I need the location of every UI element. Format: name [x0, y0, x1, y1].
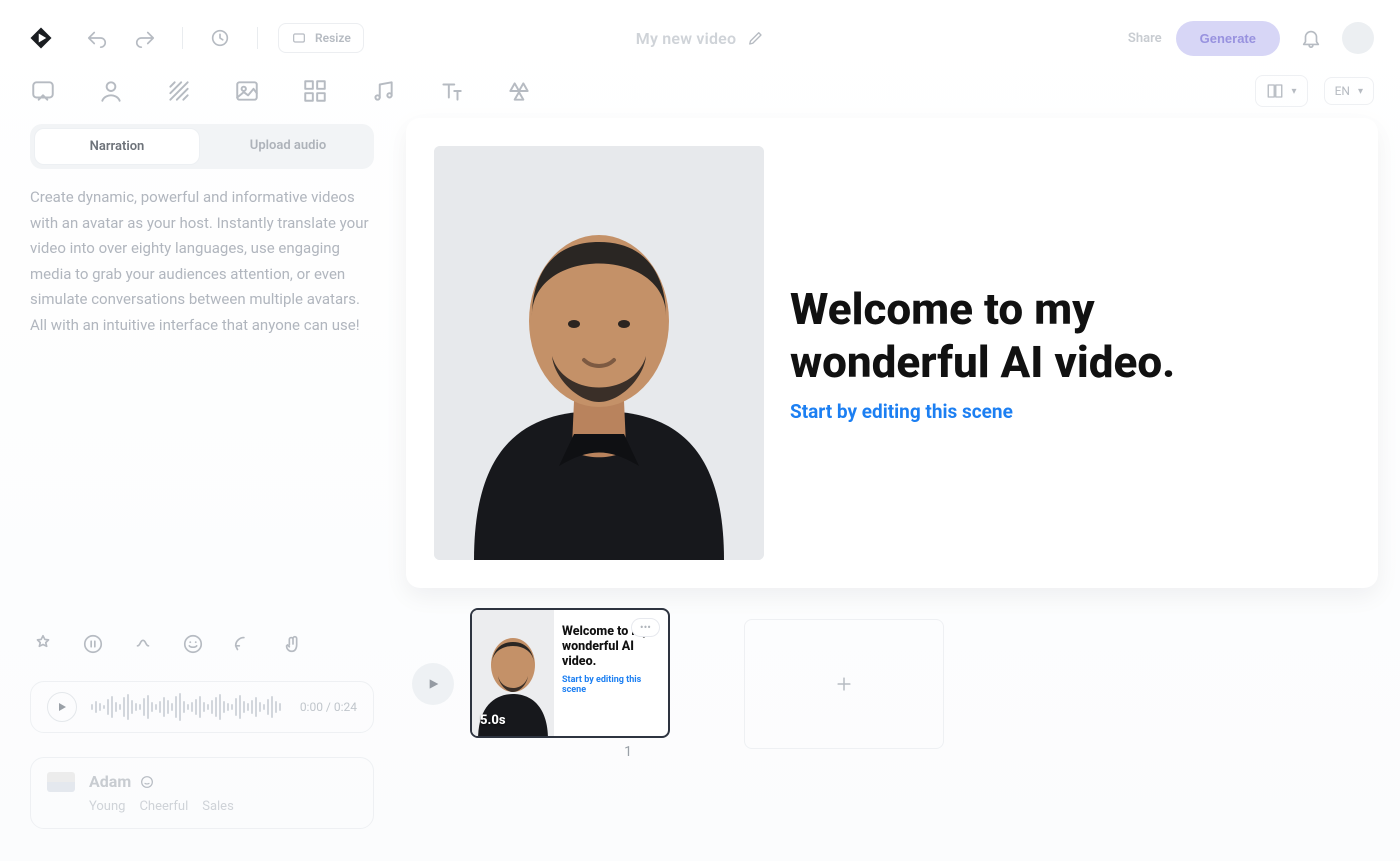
music-tool[interactable]	[366, 74, 400, 108]
flag-icon	[47, 772, 75, 792]
scene-headline: Welcome to my wonderful AI video.	[790, 283, 1324, 389]
history-button[interactable]	[203, 21, 237, 55]
emoji-button[interactable]	[180, 631, 206, 657]
canvas-area: Welcome to my wonderful AI video. Start …	[406, 118, 1378, 829]
tone-button[interactable]	[130, 631, 156, 657]
scene-thumbnail[interactable]: Welcome to my wonderful AI video. Start …	[470, 608, 670, 738]
audio-preview: 0:00 / 0:24	[30, 681, 374, 733]
resize-label: Resize	[315, 31, 351, 45]
voice-tag: Sales	[202, 799, 234, 814]
divider	[182, 27, 183, 49]
chevron-down-icon: ▾	[1292, 86, 1297, 97]
resize-chip[interactable]: Resize	[278, 23, 364, 53]
generate-button[interactable]: Generate	[1176, 21, 1280, 56]
text-tool[interactable]	[434, 74, 468, 108]
top-bar: Resize My new video Share Generate	[0, 0, 1400, 72]
voice-card[interactable]: Adam Young Cheerful Sales	[30, 757, 374, 829]
audio-time: 0:00 / 0:24	[300, 700, 357, 714]
edit-title-icon[interactable]	[746, 29, 764, 47]
voice-tags: Young Cheerful Sales	[89, 799, 234, 814]
tab-upload-audio[interactable]: Upload audio	[206, 128, 370, 165]
voice-tag: Cheerful	[139, 799, 188, 814]
audio-waveform[interactable]	[91, 693, 286, 721]
pause-insert-button[interactable]	[80, 631, 106, 657]
shapes-tool[interactable]	[502, 74, 536, 108]
account-avatar[interactable]	[1342, 22, 1374, 54]
script-tabs: Narration Upload audio	[30, 124, 374, 169]
thumb-menu-button[interactable]: •••	[631, 618, 660, 637]
add-scene-button[interactable]	[744, 619, 944, 749]
avatar-tool[interactable]	[94, 74, 128, 108]
divider	[257, 27, 258, 49]
tab-narration[interactable]: Narration	[34, 128, 200, 165]
avatar-frame[interactable]	[434, 146, 764, 560]
voice-name: Adam	[89, 772, 131, 791]
undo-button[interactable]	[80, 21, 114, 55]
layout-tool[interactable]	[298, 74, 332, 108]
app-logo	[26, 23, 56, 53]
scene-text-block[interactable]: Welcome to my wonderful AI video. Start …	[764, 283, 1350, 424]
voice-controls	[30, 631, 374, 657]
background-tool[interactable]	[162, 74, 196, 108]
redo-button[interactable]	[128, 21, 162, 55]
chevron-down-icon: ▾	[1358, 86, 1363, 97]
thumb-subtitle: Start by editing this scene	[562, 675, 660, 695]
voice-enhance-button[interactable]	[30, 631, 56, 657]
thumb-index: 1	[528, 744, 728, 760]
notifications-button[interactable]	[1294, 21, 1328, 55]
voice-speed-button[interactable]	[230, 631, 256, 657]
view-layout-select[interactable]: ▾	[1255, 75, 1308, 107]
timeline: Welcome to my wonderful AI video. Start …	[406, 608, 1378, 760]
tool-strip: ▾ EN ▾	[0, 72, 1400, 118]
media-tool[interactable]	[230, 74, 264, 108]
timeline-play-button[interactable]	[412, 663, 454, 705]
main-area: Narration Upload audio Create dynamic, p…	[0, 118, 1400, 829]
thumb-duration: 5.0s	[480, 713, 506, 728]
voice-tag: Young	[89, 799, 125, 814]
project-title[interactable]: My new video	[636, 29, 737, 48]
language-select[interactable]: EN ▾	[1324, 77, 1374, 105]
avatar-illustration	[434, 146, 764, 560]
smile-icon	[139, 774, 155, 790]
script-textarea[interactable]: Create dynamic, powerful and informative…	[30, 185, 374, 338]
gesture-button[interactable]	[280, 631, 306, 657]
sidebar: Narration Upload audio Create dynamic, p…	[22, 118, 382, 829]
scene-canvas[interactable]: Welcome to my wonderful AI video. Start …	[406, 118, 1378, 588]
language-code: EN	[1335, 84, 1350, 98]
share-button[interactable]: Share	[1128, 31, 1162, 46]
scene-subtitle: Start by editing this scene	[790, 400, 1324, 423]
play-audio-button[interactable]	[47, 692, 77, 722]
script-tool[interactable]	[26, 74, 60, 108]
